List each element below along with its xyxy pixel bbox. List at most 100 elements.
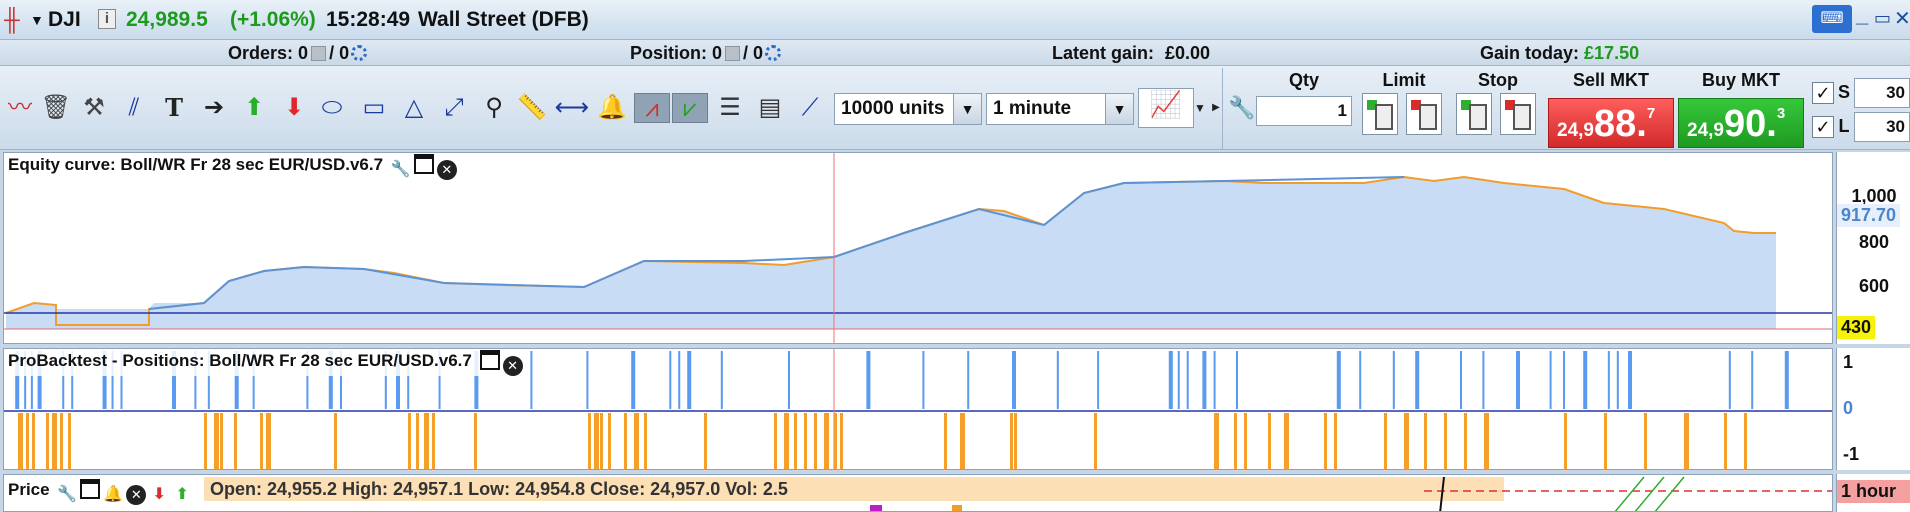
gear-icon[interactable] <box>765 45 782 61</box>
close-icon[interactable]: ✕ <box>502 356 523 376</box>
alert-bell-icon[interactable]: 🔔 <box>594 93 630 123</box>
symbol-label[interactable]: DJI <box>48 8 81 32</box>
equity-title-text: Equity curve: Boll/WR Fr 28 sec EUR/USD.… <box>8 155 384 174</box>
window-icon[interactable] <box>80 479 101 499</box>
position-summary[interactable]: Position: 0 / 0 <box>630 43 782 64</box>
qty-label: Qty <box>1288 70 1319 90</box>
rectangle-icon[interactable]: ▭ <box>356 93 392 123</box>
ruler-icon[interactable]: 📏 <box>514 93 550 123</box>
long-position-bar <box>1607 351 1610 409</box>
stop-sell-button[interactable] <box>1500 93 1536 135</box>
short-position-bar <box>46 413 49 469</box>
units-select[interactable]: 10000 units ▼ <box>834 93 982 125</box>
long-position-bar <box>1784 351 1789 409</box>
info-icon[interactable]: i <box>98 9 116 29</box>
close-icon[interactable]: ✕ <box>1894 6 1910 31</box>
s-input[interactable]: 30 <box>1854 78 1910 108</box>
short-position-bar <box>1094 413 1097 469</box>
diagonal-line-icon[interactable]: ⤢ <box>436 93 472 123</box>
short-position-bar <box>1684 413 1689 469</box>
stop-buy-button[interactable] <box>1456 93 1492 135</box>
buy-order-icon[interactable]: ⬆ <box>172 485 192 505</box>
market-name: Wall Street (DFB) <box>418 8 589 31</box>
arrow-down-red-icon[interactable]: ⬇ <box>276 93 312 123</box>
units-select-value: 10000 units <box>841 98 945 119</box>
long-position-bar <box>1097 351 1100 409</box>
fan-icon[interactable]: ▤ <box>752 93 788 123</box>
gain-today-label: Gain today: <box>1480 43 1580 63</box>
cancel-orders-icon[interactable] <box>311 46 327 61</box>
close-icon[interactable]: ✕ <box>436 160 457 180</box>
timeframe-select[interactable]: 1 minute ▼ <box>986 93 1134 125</box>
short-position-bar <box>944 413 947 469</box>
window-icon[interactable] <box>413 154 434 174</box>
orders-summary[interactable]: Orders: 0 / 0 <box>228 43 368 64</box>
short-position-bar <box>1444 413 1447 469</box>
chevron-down-icon[interactable]: ▼ <box>1105 94 1133 124</box>
long-position-bar <box>1549 351 1552 409</box>
short-position-bar <box>594 413 599 469</box>
short-position-bar <box>608 413 611 469</box>
arrow-right-icon[interactable]: ➔ <box>196 93 232 123</box>
trendline-icon[interactable]: ⟋ <box>792 93 828 123</box>
ellipse-icon[interactable]: ⬭ <box>314 93 350 123</box>
chevron-down-icon[interactable]: ▼ <box>953 94 981 124</box>
arrow-up-green-icon[interactable]: ⬆ <box>236 93 272 123</box>
orders-value: 0 <box>298 43 309 63</box>
fibonacci-icon[interactable]: ☰ <box>712 93 748 123</box>
dropdown-caret-icon[interactable]: ▼ <box>30 12 44 28</box>
short-position-bar <box>960 413 965 469</box>
limit-buy-button[interactable] <box>1362 93 1398 135</box>
horizontal-line-icon[interactable]: ⟷ <box>554 93 590 123</box>
arrow-right-small-icon[interactable]: ▶ <box>1210 93 1222 123</box>
short-position-bar <box>1484 413 1489 469</box>
restore-icon[interactable]: ▭ <box>1874 8 1891 29</box>
l-checkbox[interactable]: ✓ <box>1812 116 1834 138</box>
limit-sell-button[interactable] <box>1406 93 1442 135</box>
long-position-bar <box>1516 351 1520 409</box>
add-indicator-icon[interactable]: 📈 <box>1138 88 1194 128</box>
line-tool-icon[interactable]: 〰 <box>2 93 38 123</box>
chevron-down-icon[interactable]: ▼ <box>1192 93 1208 123</box>
s-checkbox[interactable]: ✓ <box>1812 82 1834 104</box>
short-position-bar <box>432 413 435 469</box>
keyboard-icon[interactable]: ⌨ <box>1812 5 1852 33</box>
title-bar: ╫ ▼ DJI i 24,989.5 (+1.06%) 15:28:49 Wal… <box>0 0 1910 40</box>
short-position-bar <box>474 413 477 469</box>
axis-tick: 800 <box>1858 232 1890 252</box>
close-icon[interactable]: ✕ <box>126 485 147 505</box>
wrench-icon[interactable]: 🔧 <box>391 160 411 180</box>
qty-input[interactable]: 1 <box>1256 96 1352 126</box>
wrench-icon[interactable]: 🔧 <box>1224 93 1260 123</box>
orders-total: / 0 <box>329 43 350 63</box>
close-position-icon[interactable] <box>725 46 741 61</box>
long-position-bar <box>922 351 925 409</box>
sell-order-icon[interactable]: ⬇ <box>149 485 169 505</box>
wrench-icon[interactable]: 🔧 <box>57 485 77 505</box>
zigzag-indicator-icon[interactable]: ⩘ <box>634 93 670 123</box>
triangle-icon[interactable]: △ <box>396 93 432 123</box>
minimize-icon[interactable]: _ <box>1856 2 1868 28</box>
orders-label: Orders: <box>228 43 294 63</box>
window-icon[interactable] <box>479 350 500 370</box>
sell-market-button[interactable]: 24,988.7 <box>1548 98 1674 148</box>
magnifier-icon[interactable]: ⚲ <box>476 93 512 123</box>
short-position-bar <box>18 413 23 469</box>
trash-icon[interactable]: 🗑 <box>38 93 74 123</box>
zigzag-green-icon[interactable]: ⩗ <box>672 93 708 123</box>
text-tool-icon[interactable]: T <box>156 93 192 123</box>
long-position-bar <box>1616 351 1619 409</box>
tools-icon[interactable]: ⚒ <box>76 93 112 123</box>
alert-bell-icon[interactable]: 🔔 <box>103 485 123 505</box>
parallel-lines-icon[interactable]: ⫽ <box>116 93 152 123</box>
gear-icon[interactable] <box>351 45 368 61</box>
buy-market-button[interactable]: 24,990.3 <box>1678 98 1804 148</box>
long-position-bar <box>1583 351 1588 409</box>
current-equity-tag: 917.70 <box>1837 204 1901 227</box>
l-input[interactable]: 30 <box>1854 112 1910 142</box>
long-position-bar <box>720 351 723 409</box>
clock-time: 15:28:49 <box>326 8 411 31</box>
short-position-bar <box>840 413 843 469</box>
short-position-bar <box>704 413 707 469</box>
short-position-bar <box>424 413 429 469</box>
